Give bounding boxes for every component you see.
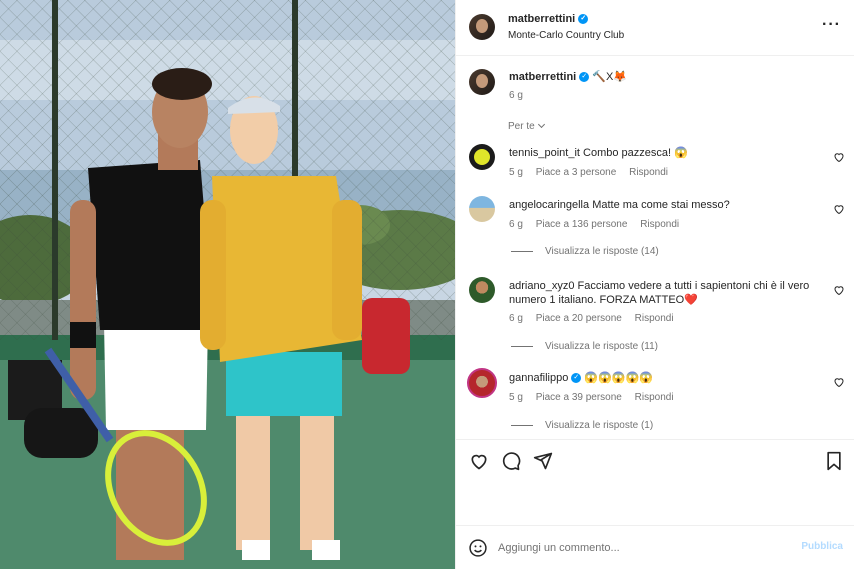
comment-item: adriano_xyz0 Facciamo vedere a tutti i s… — [456, 277, 854, 357]
comment-time[interactable]: 5 g — [509, 167, 523, 178]
comment-likes[interactable]: Piace a 20 persone — [536, 313, 622, 324]
heart-icon[interactable] — [833, 376, 845, 388]
comments-section[interactable]: matberrettini ✓ 🔨X🦊 6 g Per te tennis_poi… — [456, 56, 854, 439]
comment-meta: 5 g Piace a 39 persone Rispondi — [509, 392, 684, 403]
view-replies-button[interactable]: Visualizza le risposte (14) — [511, 246, 659, 257]
comment-time[interactable]: 6 g — [509, 219, 523, 230]
caption: matberrettini ✓ 🔨X🦊 — [509, 70, 627, 83]
comment-likes[interactable]: Piace a 39 persone — [536, 392, 622, 403]
comment-sort-toggle[interactable]: Per te — [508, 120, 545, 132]
comment-username[interactable]: gannafilippo — [509, 372, 568, 384]
avatar[interactable] — [467, 368, 497, 398]
comment-body: tennis_point_it Combo pazzesca! 😱 — [509, 146, 829, 160]
comment-likes[interactable]: Piace a 136 persone — [536, 219, 628, 230]
author-username-text[interactable]: matberrettini — [508, 13, 575, 25]
post-actions — [456, 439, 854, 525]
comment-time[interactable]: 5 g — [509, 392, 523, 403]
location-link[interactable]: Monte-Carlo Country Club — [508, 30, 624, 41]
avatar[interactable] — [469, 14, 495, 40]
reply-button[interactable]: Rispondi — [635, 392, 674, 403]
verified-badge-icon: ✓ — [571, 373, 582, 384]
heart-icon[interactable] — [833, 151, 845, 163]
comment-body: adriano_xyz0 Facciamo vedere a tutti i s… — [509, 279, 829, 307]
replies-divider — [511, 345, 533, 347]
avatar[interactable] — [469, 277, 495, 303]
comment-input[interactable] — [498, 539, 788, 557]
emoji-icon[interactable] — [468, 538, 488, 558]
post-sidebar: matberrettini ✓ Monte-Carlo Country Club … — [455, 0, 854, 569]
comment-item: angelocaringella Matte ma come stai mess… — [456, 196, 854, 257]
heart-icon[interactable] — [469, 451, 489, 471]
comment-meta: 6 g Piace a 136 persone Rispondi — [509, 219, 689, 230]
comment-meta: 5 g Piace a 3 persone Rispondi — [509, 167, 678, 178]
comment-meta: 6 g Piace a 20 persone Rispondi — [509, 313, 684, 324]
view-replies-button[interactable]: Visualizza le risposte (1) — [511, 420, 653, 431]
comment-time[interactable]: 6 g — [509, 313, 523, 324]
comment-item: gannafilippo ✓ 😱😱😱😱😱 5 g Piace a 39 perso… — [456, 368, 854, 439]
replies-divider — [511, 250, 533, 252]
comment-bubble-icon[interactable] — [501, 451, 521, 471]
reply-button[interactable]: Rispondi — [635, 313, 674, 324]
view-replies-label[interactable]: Visualizza le risposte (14) — [545, 246, 659, 257]
comment-username[interactable]: adriano_xyz0 — [509, 280, 574, 292]
replies-divider — [511, 424, 533, 426]
caption-time[interactable]: 6 g — [509, 90, 523, 101]
comment-composer: Pubblica — [456, 525, 854, 569]
chevron-down-icon — [537, 120, 545, 129]
avatar[interactable] — [469, 196, 495, 222]
comment-text: Matte ma come stai messo? — [592, 199, 730, 211]
comment-text: Combo pazzesca! 😱 — [583, 147, 688, 159]
view-replies-label[interactable]: Visualizza le risposte (1) — [545, 420, 653, 431]
send-icon[interactable] — [533, 451, 553, 471]
post-header: matberrettini ✓ Monte-Carlo Country Club … — [456, 0, 854, 56]
comment-sort-label[interactable]: Per te — [508, 121, 535, 132]
verified-badge-icon: ✓ — [579, 72, 590, 83]
post-photo-illustration — [0, 0, 455, 569]
more-options-icon[interactable]: ··· — [822, 16, 841, 34]
bookmark-icon[interactable] — [824, 451, 844, 471]
avatar[interactable] — [469, 69, 495, 95]
caption-text: 🔨X🦊 — [592, 71, 628, 83]
comment-item: tennis_point_it Combo pazzesca! 😱 5 g Pi… — [456, 144, 854, 204]
view-replies-label[interactable]: Visualizza le risposte (11) — [545, 341, 658, 352]
avatar[interactable] — [469, 144, 495, 170]
heart-icon[interactable] — [833, 203, 845, 215]
author-username[interactable]: matberrettini ✓ — [508, 13, 589, 25]
post-photo[interactable] — [0, 0, 455, 569]
comment-text: 😱😱😱😱😱 — [584, 372, 653, 384]
post-comment-button[interactable]: Pubblica — [801, 541, 843, 552]
comment-body: angelocaringella Matte ma come stai mess… — [509, 198, 829, 212]
caption-username[interactable]: matberrettini — [509, 71, 576, 83]
comment-username[interactable]: tennis_point_it — [509, 147, 580, 159]
verified-badge-icon: ✓ — [578, 14, 589, 25]
comment-body: gannafilippo ✓ 😱😱😱😱😱 — [509, 371, 829, 385]
view-replies-button[interactable]: Visualizza le risposte (11) — [511, 341, 658, 352]
reply-button[interactable]: Rispondi — [629, 167, 668, 178]
comment-username[interactable]: angelocaringella — [509, 199, 589, 211]
reply-button[interactable]: Rispondi — [640, 219, 679, 230]
heart-icon[interactable] — [833, 284, 845, 296]
comment-likes[interactable]: Piace a 3 persone — [536, 167, 617, 178]
